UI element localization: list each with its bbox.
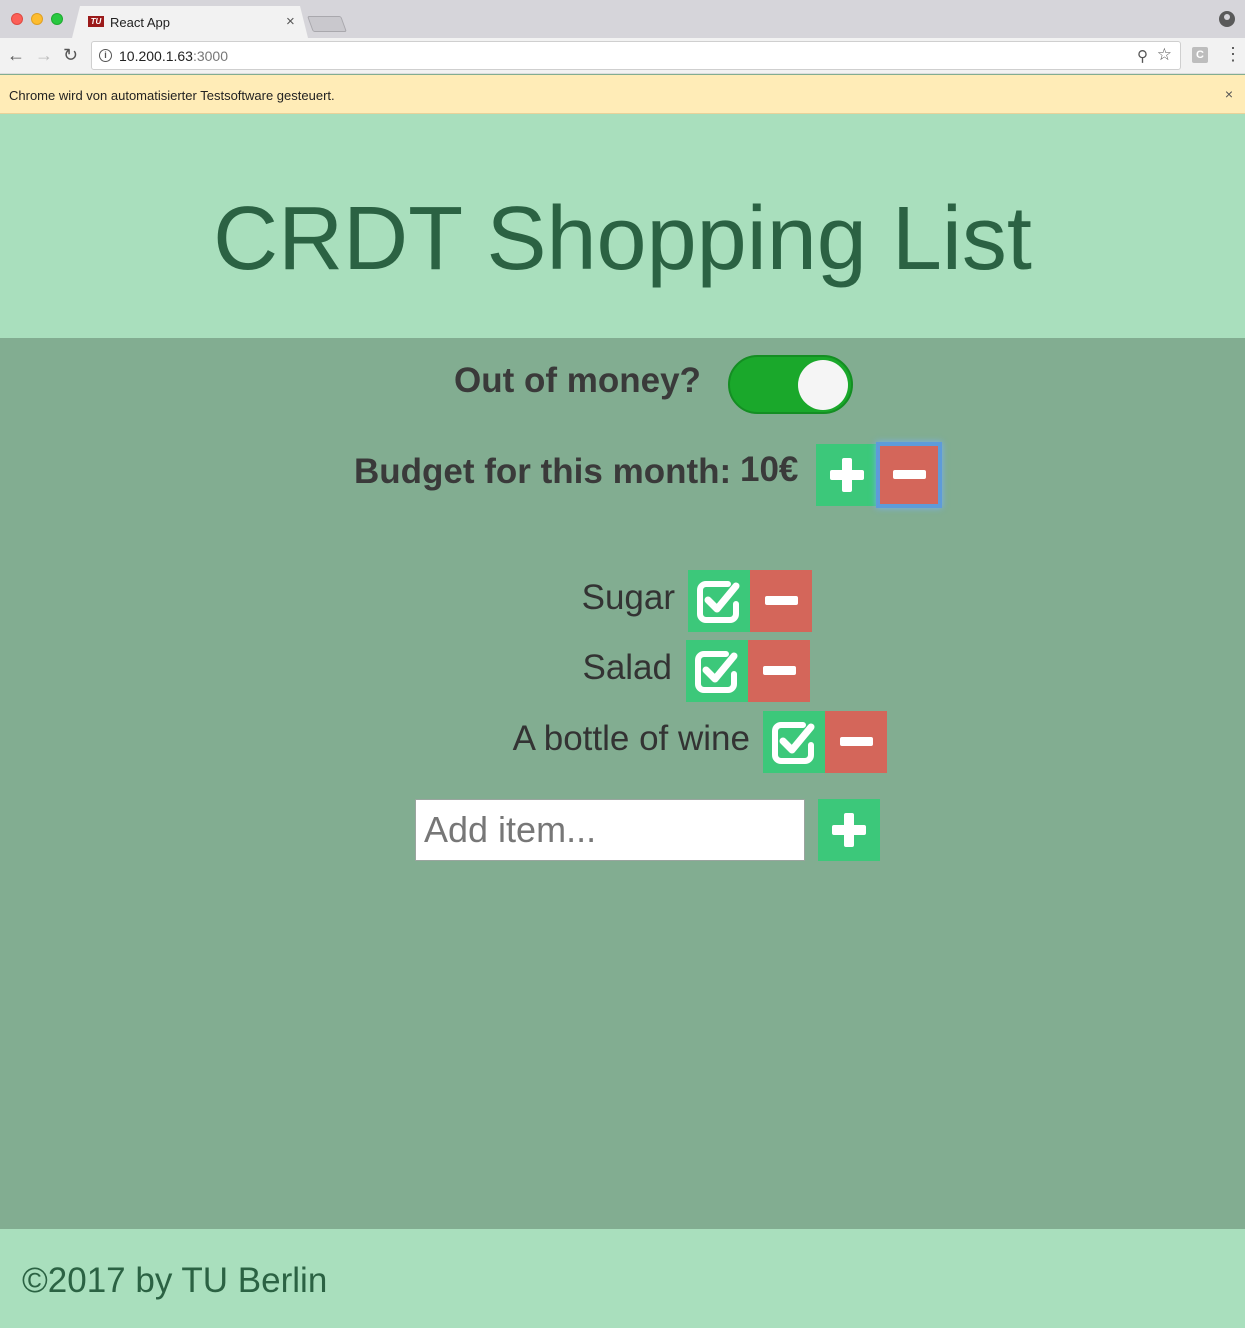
- budget-value: 10€: [740, 450, 799, 489]
- check-item-button[interactable]: [688, 570, 750, 632]
- remove-item-button[interactable]: [825, 711, 887, 773]
- minus-icon: [878, 444, 940, 506]
- minus-icon: [748, 640, 810, 702]
- minimize-window-button[interactable]: [31, 13, 43, 25]
- reload-icon[interactable]: ↻: [63, 45, 78, 65]
- zoom-icon[interactable]: ⚲: [1137, 47, 1148, 65]
- list-item: Salad: [0, 640, 1245, 702]
- extension-icon[interactable]: C: [1192, 47, 1208, 63]
- checkbox-icon: [686, 640, 748, 702]
- page-title: CRDT Shopping List: [213, 189, 1032, 289]
- browser-toolbar: ← → ↻ i 10.200.1.63:3000 ⚲ ☆ C ⋮: [0, 38, 1245, 74]
- close-window-button[interactable]: [11, 13, 23, 25]
- tab-title: React App: [110, 15, 170, 30]
- url-text: 10.200.1.63:3000: [119, 48, 228, 64]
- check-item-button[interactable]: [763, 711, 825, 773]
- increase-budget-button[interactable]: [816, 444, 878, 506]
- browser-tab-bar: TU React App ×: [0, 0, 1245, 38]
- plus-icon: [816, 444, 878, 506]
- budget-label: Budget for this month:: [354, 452, 732, 491]
- profile-icon[interactable]: [1219, 11, 1235, 27]
- item-label: Salad: [582, 648, 672, 687]
- plus-icon: [818, 799, 880, 861]
- toggle-knob: [798, 360, 848, 410]
- out-of-money-toggle[interactable]: [728, 355, 853, 414]
- url-port: :3000: [192, 48, 229, 64]
- check-item-button[interactable]: [686, 640, 748, 702]
- add-item-input[interactable]: [415, 799, 805, 861]
- forward-icon[interactable]: →: [35, 45, 53, 65]
- tab-close-icon[interactable]: ×: [286, 13, 295, 30]
- remove-item-button[interactable]: [748, 640, 810, 702]
- item-label: A bottle of wine: [512, 719, 750, 758]
- checkbox-icon: [688, 570, 750, 632]
- decrease-budget-button[interactable]: [876, 442, 942, 508]
- checkbox-icon: [763, 711, 825, 773]
- new-tab-button[interactable]: [307, 16, 347, 32]
- app-header: CRDT Shopping List: [0, 114, 1245, 338]
- add-item-button[interactable]: [818, 799, 880, 861]
- list-item: A bottle of wine: [0, 711, 1245, 773]
- infobar-text: Chrome wird von automatisierter Testsoft…: [9, 88, 335, 103]
- infobar-close-icon[interactable]: ×: [1225, 86, 1233, 102]
- tu-favicon-icon: TU: [88, 16, 104, 27]
- minus-icon: [825, 711, 887, 773]
- out-of-money-label: Out of money?: [454, 361, 701, 400]
- star-icon[interactable]: ☆: [1157, 45, 1172, 65]
- browser-tab[interactable]: TU React App ×: [72, 6, 308, 38]
- remove-item-button[interactable]: [750, 570, 812, 632]
- item-label: Sugar: [581, 578, 675, 617]
- address-bar[interactable]: i 10.200.1.63:3000 ⚲ ☆: [91, 41, 1181, 70]
- out-of-money-row: Out of money?: [0, 353, 1245, 415]
- minus-icon: [750, 570, 812, 632]
- footer-text: ©2017 by TU Berlin: [22, 1261, 328, 1300]
- automation-infobar: Chrome wird von automatisierter Testsoft…: [0, 75, 1245, 114]
- budget-row: Budget for this month: 10€: [0, 440, 1245, 510]
- back-icon[interactable]: ←: [7, 45, 25, 65]
- menu-icon[interactable]: ⋮: [1224, 45, 1242, 63]
- maximize-window-button[interactable]: [51, 13, 63, 25]
- info-icon[interactable]: i: [99, 49, 112, 62]
- app-footer: ©2017 by TU Berlin: [0, 1229, 1245, 1328]
- url-host: 10.200.1.63: [119, 48, 193, 64]
- list-item: Sugar: [0, 570, 1245, 632]
